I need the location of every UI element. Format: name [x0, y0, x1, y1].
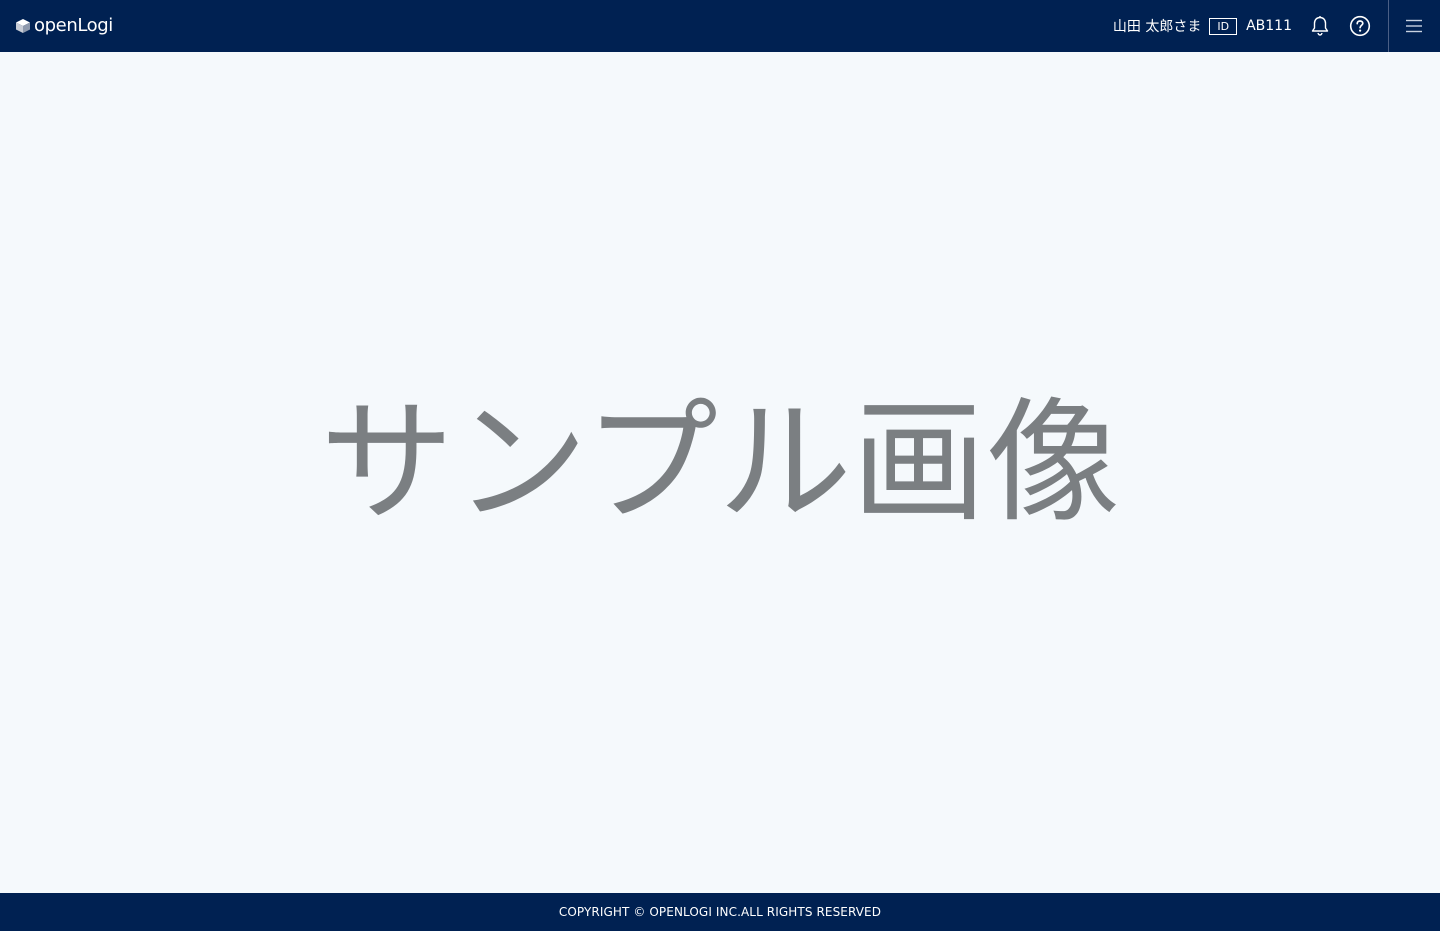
- top-navigation-bar: openLogi 山田 太郎さま ID AB111: [0, 0, 1440, 52]
- footer: COPYRIGHT © OPENLOGI INC.ALL RIGHTS RESE…: [0, 893, 1440, 931]
- user-name: 山田 太郎さま: [1112, 19, 1202, 35]
- logo-cube-icon: [16, 19, 30, 33]
- main-content: サンプル画像: [0, 52, 1440, 893]
- logo-text: openLogi: [34, 15, 113, 36]
- account-info[interactable]: 山田 太郎さま ID AB111: [1113, 0, 1292, 52]
- sample-image-placeholder: サンプル画像: [320, 385, 1120, 541]
- bell-icon[interactable]: [1310, 15, 1330, 37]
- help-icon[interactable]: [1349, 15, 1371, 37]
- user-code: AB111: [1246, 18, 1292, 34]
- copyright-text: COPYRIGHT © OPENLOGI INC.ALL RIGHTS RESE…: [558, 905, 882, 919]
- hamburger-menu-icon[interactable]: [1403, 15, 1425, 37]
- header-divider: [1388, 0, 1389, 52]
- openlogi-logo[interactable]: openLogi: [15, 14, 113, 38]
- id-badge: ID: [1209, 17, 1238, 35]
